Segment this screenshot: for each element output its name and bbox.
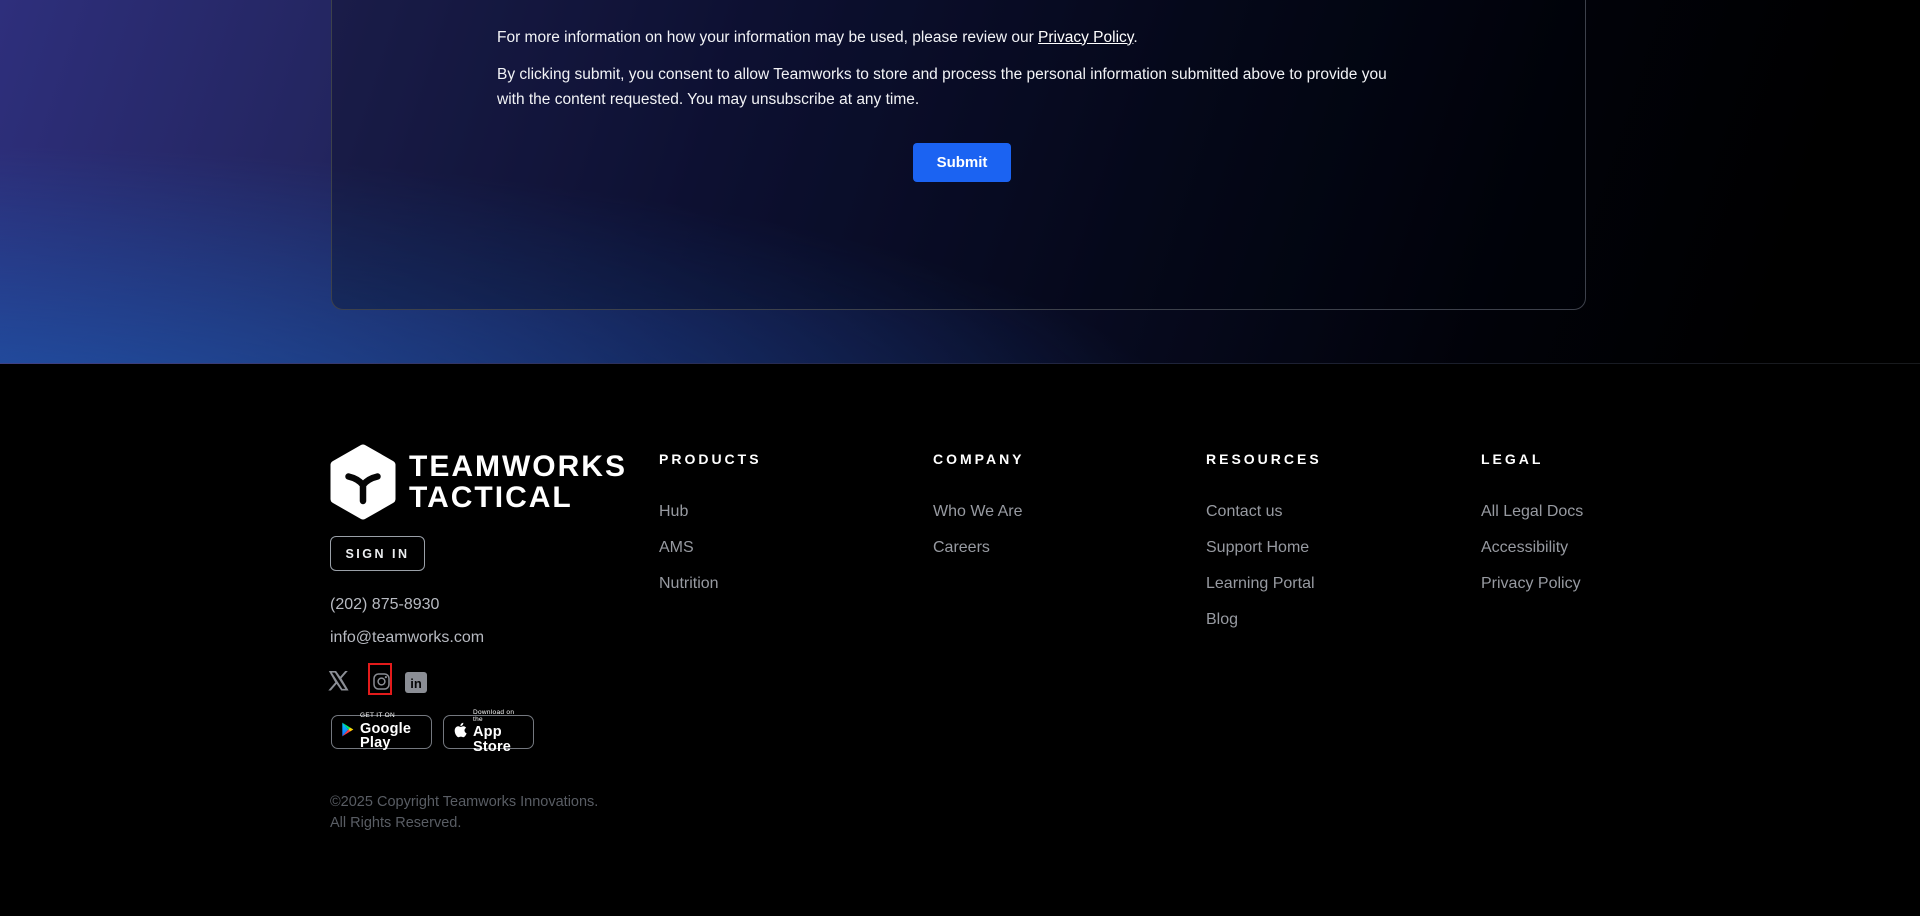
google-play-badge[interactable]: GET IT ON Google Play [331,715,432,749]
submit-button[interactable]: Submit [913,143,1011,182]
footer-link-all-legal-docs[interactable]: All Legal Docs [1481,504,1701,520]
teamworks-logo-icon [330,444,396,525]
footer-link-who-we-are[interactable]: Who We Are [933,504,1153,520]
instagram-icon [373,677,390,694]
footer-link-accessibility[interactable]: Accessibility [1481,540,1701,556]
copyright-line1: ©2025 Copyright Teamworks Innovations. [330,792,598,813]
email-link[interactable]: info@teamworks.com [330,629,484,647]
footer-link-blog[interactable]: Blog [1206,612,1426,628]
footer-link-ams[interactable]: AMS [659,540,879,556]
app-store-badge-top-text: Download on the [473,710,524,723]
google-play-icon [341,722,354,742]
app-store-badge-label: App Store [473,725,524,754]
footer-link-careers[interactable]: Careers [933,540,1153,556]
brand-name-line1: TEAMWORKS [409,451,627,482]
contact-form-card: For more information on how your informa… [331,0,1586,310]
footer-column-title: PRODUCTS [659,451,879,467]
footer-link-hub[interactable]: Hub [659,504,879,520]
google-play-badge-label: Google Play [360,722,422,751]
privacy-note-text: For more information on how your informa… [497,29,1038,46]
brand-name-line2: TACTICAL [409,482,627,513]
linkedin-social-link[interactable]: in [405,672,427,693]
copyright-line2: All Rights Reserved. [330,813,598,834]
footer-column-title: LEGAL [1481,451,1701,467]
apple-icon [453,722,467,743]
footer-column-resources: RESOURCES Contact us Support Home Learni… [1206,451,1426,648]
footer-link-privacy-policy[interactable]: Privacy Policy [1481,576,1701,592]
brand-name: TEAMWORKS TACTICAL [409,451,627,513]
privacy-note-suffix: . [1133,29,1137,46]
brand-logo[interactable]: TEAMWORKS TACTICAL [330,444,627,525]
app-store-badge[interactable]: Download on the App Store [443,715,534,749]
linkedin-icon: in [405,672,427,693]
footer-column-company: COMPANY Who We Are Careers [933,451,1153,576]
privacy-policy-link[interactable]: Privacy Policy [1038,29,1133,46]
footer-link-contact-us[interactable]: Contact us [1206,504,1426,520]
x-social-link[interactable] [328,671,349,696]
footer-column-products: PRODUCTS Hub AMS Nutrition [659,451,879,612]
footer-column-title: RESOURCES [1206,451,1426,467]
footer-column-legal: LEGAL All Legal Docs Accessibility Priva… [1481,451,1701,612]
instagram-social-link[interactable] [373,673,390,695]
privacy-note: For more information on how your informa… [497,25,1417,50]
hero-section: For more information on how your informa… [0,0,1920,364]
google-play-badge-top-text: GET IT ON [360,713,422,720]
x-icon [328,678,349,695]
copyright-text: ©2025 Copyright Teamworks Innovations. A… [330,792,598,834]
footer: TEAMWORKS TACTICAL SIGN IN (202) 875-893… [0,364,1920,916]
consent-note: By clicking submit, you consent to allow… [497,62,1392,112]
footer-link-nutrition[interactable]: Nutrition [659,576,879,592]
phone-link[interactable]: (202) 875-8930 [330,596,439,614]
footer-link-learning-portal[interactable]: Learning Portal [1206,576,1426,592]
sign-in-button[interactable]: SIGN IN [330,536,425,571]
footer-link-support-home[interactable]: Support Home [1206,540,1426,556]
footer-column-title: COMPANY [933,451,1153,467]
